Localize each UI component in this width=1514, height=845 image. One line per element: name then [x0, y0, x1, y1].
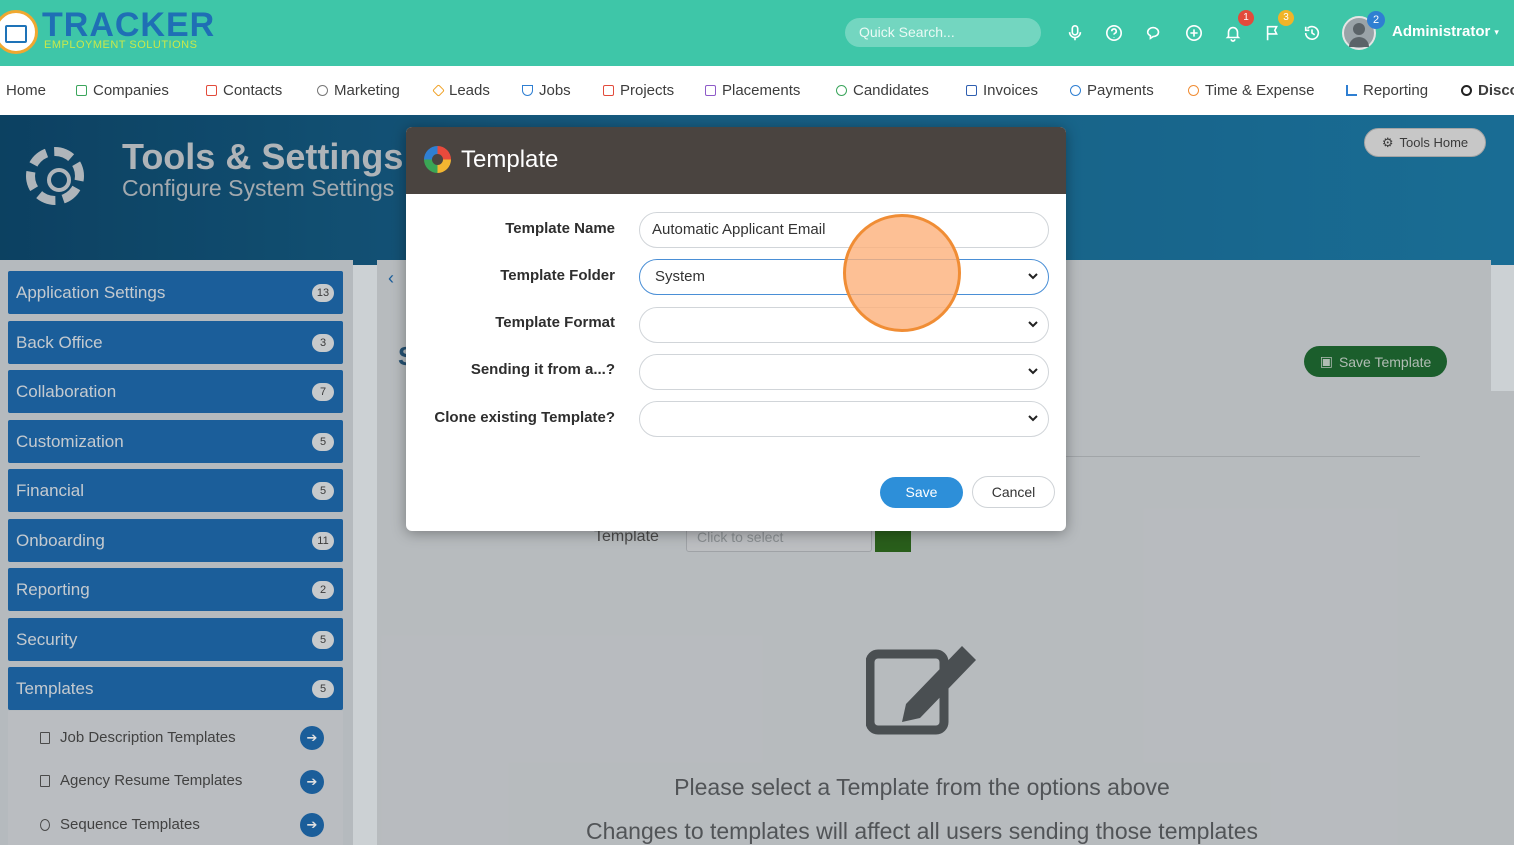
nav-item-contacts[interactable]: Contacts [206, 82, 282, 99]
nav-label: Disco [1478, 82, 1514, 99]
avatar-count-badge: 2 [1367, 11, 1385, 29]
checkbox-icon [603, 85, 614, 96]
logo-icon[interactable] [0, 10, 38, 54]
save-button[interactable]: Save [880, 477, 963, 508]
nav-label: Placements [722, 82, 801, 99]
nav-item-leads[interactable]: Leads [432, 82, 490, 99]
flag-count-badge: 3 [1278, 10, 1294, 26]
nav-item-placements[interactable]: Placements [705, 82, 800, 99]
contact-icon [206, 85, 217, 96]
broadcast-icon [317, 85, 328, 96]
app-logo-icon [424, 146, 451, 173]
chevron-down-icon [1028, 415, 1038, 422]
briefcase-icon [705, 85, 716, 96]
coins-icon [1070, 85, 1081, 96]
chat-icon[interactable] [1145, 24, 1163, 42]
chevron-down-icon [1028, 321, 1038, 328]
clone-existing-select[interactable] [639, 401, 1049, 437]
template-format-select[interactable] [639, 307, 1049, 343]
user-name: Administrator [1392, 23, 1491, 40]
template-name-field[interactable]: Automatic Applicant Email [639, 212, 1049, 248]
template-folder-label: Template Folder [500, 267, 615, 284]
nav-item-marketing[interactable]: Marketing [317, 82, 400, 99]
main-nav: Home Companies Contacts Marketing Leads … [0, 66, 1514, 115]
user-menu[interactable]: Administrator ▾ [1392, 23, 1499, 40]
nav-label: Jobs [539, 82, 571, 99]
person-icon [836, 85, 847, 96]
template-format-label: Template Format [495, 314, 615, 331]
nav-label: Leads [449, 82, 490, 99]
caret-down-icon: ▾ [1494, 26, 1499, 37]
chevron-down-icon [1028, 273, 1038, 280]
dialog-title: Template [461, 146, 559, 173]
nav-label: Contacts [223, 82, 283, 99]
trophy-icon [522, 85, 533, 96]
template-name-label: Template Name [505, 220, 615, 237]
cancel-button[interactable]: Cancel [972, 476, 1055, 508]
click-indicator [843, 214, 961, 332]
nav-label: Candidates [853, 82, 929, 99]
add-circle-icon[interactable] [1185, 24, 1203, 42]
nav-item-discover[interactable]: Disco [1461, 82, 1514, 99]
help-icon[interactable] [1105, 24, 1123, 42]
template-dialog: Template Template Name Automatic Applica… [406, 127, 1066, 531]
nav-item-home[interactable]: Home [6, 82, 46, 99]
diamond-icon [432, 84, 445, 97]
clock-icon [1188, 85, 1199, 96]
nav-label: Companies [93, 82, 169, 99]
template-folder-value: System [655, 268, 706, 285]
nav-item-reporting[interactable]: Reporting [1346, 82, 1428, 99]
brand-tagline: EMPLOYMENT SOLUTIONS [44, 39, 198, 51]
nav-item-time-expense[interactable]: Time & Expense [1188, 82, 1315, 99]
history-icon[interactable] [1303, 24, 1321, 42]
nav-item-payments[interactable]: Payments [1070, 82, 1154, 99]
notification-count-badge: 1 [1238, 10, 1254, 26]
document-icon [966, 85, 977, 96]
nav-item-projects[interactable]: Projects [603, 82, 674, 99]
nav-label: Reporting [1363, 82, 1429, 99]
clone-existing-label: Clone existing Template? [434, 409, 615, 426]
sending-from-label: Sending it from a...? [470, 361, 615, 378]
nav-item-invoices[interactable]: Invoices [966, 82, 1038, 99]
sending-from-select[interactable] [639, 354, 1049, 390]
microphone-icon[interactable] [1066, 24, 1084, 42]
building-icon [76, 85, 87, 96]
chevron-down-icon [1028, 368, 1038, 375]
nav-item-candidates[interactable]: Candidates [836, 82, 929, 99]
flag-icon[interactable]: 3 [1264, 10, 1294, 42]
search-icon [1461, 85, 1472, 96]
nav-item-companies[interactable]: Companies [76, 82, 169, 99]
bar-chart-icon [1346, 85, 1357, 96]
quick-search-input[interactable]: Quick Search... [845, 18, 1041, 47]
bell-icon[interactable]: 1 [1224, 10, 1254, 42]
nav-label: Time & Expense [1205, 82, 1315, 99]
dialog-header: Template [406, 127, 1066, 194]
nav-label: Home [6, 82, 47, 99]
nav-label: Payments [1087, 82, 1154, 99]
nav-label: Invoices [983, 82, 1039, 99]
nav-label: Projects [620, 82, 675, 99]
nav-item-jobs[interactable]: Jobs [522, 82, 571, 99]
top-bar: TRACKER EMPLOYMENT SOLUTIONS Quick Searc… [0, 0, 1514, 66]
nav-label: Marketing [334, 82, 400, 99]
